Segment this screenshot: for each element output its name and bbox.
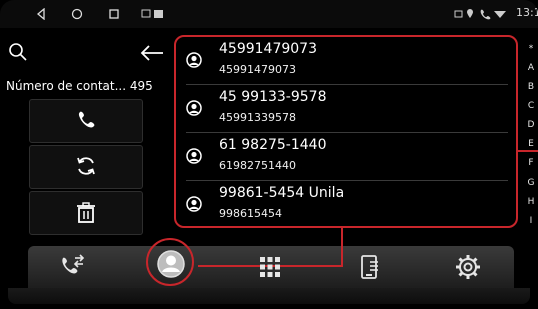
list-item[interactable]: 45991479073 45991479073 bbox=[176, 37, 516, 85]
alphabet-index-item[interactable]: C bbox=[525, 101, 537, 111]
person-icon bbox=[186, 148, 202, 164]
list-item[interactable]: 61 98275-1440 61982751440 bbox=[176, 133, 516, 181]
alphabet-index-item[interactable]: G bbox=[525, 178, 537, 188]
sync-button[interactable] bbox=[29, 145, 143, 189]
contact-name: 45991479073 bbox=[219, 41, 317, 57]
contact-number: 61982751440 bbox=[219, 159, 296, 172]
status-bar: 13:16 bbox=[0, 0, 538, 28]
phonebook-icon[interactable] bbox=[355, 252, 385, 282]
contact-count: Número de contat... 495 bbox=[6, 79, 153, 93]
clock: 13:16 bbox=[516, 6, 538, 19]
alphabet-index-item[interactable]: E bbox=[525, 139, 537, 149]
bottom-bar-shadow bbox=[8, 288, 530, 304]
call-button[interactable] bbox=[29, 99, 143, 143]
alphabet-index-item[interactable]: D bbox=[525, 120, 537, 130]
contacts-icon[interactable] bbox=[156, 249, 186, 279]
back-triangle-icon[interactable] bbox=[36, 8, 46, 20]
delete-button[interactable] bbox=[29, 191, 143, 235]
back-arrow-icon[interactable] bbox=[140, 44, 164, 62]
status-icons bbox=[454, 9, 506, 20]
alphabet-index-item[interactable]: B bbox=[525, 82, 537, 92]
contact-number: 45991339578 bbox=[219, 111, 296, 124]
contact-number: 45991479073 bbox=[219, 63, 296, 76]
contact-name: 61 98275-1440 bbox=[219, 137, 327, 153]
person-icon bbox=[186, 52, 202, 68]
home-circle-icon[interactable] bbox=[71, 8, 83, 20]
dialpad-icon[interactable] bbox=[255, 252, 285, 282]
sync-icon bbox=[77, 157, 95, 175]
trash-icon bbox=[77, 202, 95, 223]
contact-name: 45 99133-9578 bbox=[219, 89, 327, 105]
notification-icons bbox=[141, 9, 163, 18]
alphabet-index-item[interactable]: I bbox=[525, 216, 537, 226]
list-item[interactable]: 45 99133-9578 45991339578 bbox=[176, 85, 516, 133]
call-history-icon[interactable] bbox=[58, 252, 88, 282]
search-icon[interactable] bbox=[8, 42, 28, 62]
contact-name: 99861-5454 Unila bbox=[219, 185, 345, 201]
person-icon bbox=[186, 196, 202, 212]
list-item[interactable]: 99861-5454 Unila 998615454 bbox=[176, 181, 516, 229]
phone-icon bbox=[78, 111, 95, 128]
alphabet-index-item[interactable]: H bbox=[525, 197, 537, 207]
alphabet-index-item[interactable]: F bbox=[525, 158, 537, 168]
person-icon bbox=[186, 100, 202, 116]
contact-number: 998615454 bbox=[219, 207, 282, 220]
annotation-line bbox=[518, 150, 538, 152]
screen: 13:16 Número de contat... 495 4599147907… bbox=[0, 0, 538, 309]
recents-square-icon[interactable] bbox=[108, 8, 120, 20]
settings-icon[interactable] bbox=[453, 252, 483, 282]
alphabet-index-item[interactable]: * bbox=[525, 44, 537, 54]
annotation-line bbox=[341, 228, 343, 267]
alphabet-index-item[interactable]: A bbox=[525, 63, 537, 73]
